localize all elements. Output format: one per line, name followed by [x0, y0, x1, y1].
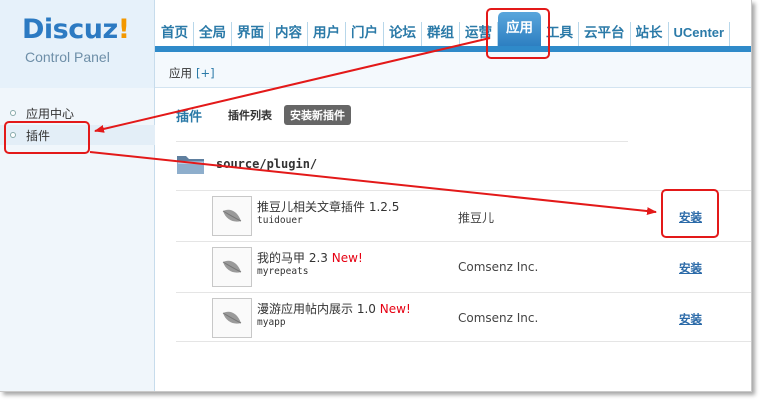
plugin-title: 漫游应用帖内展示	[257, 302, 354, 316]
sidebar-item-label: 应用中心	[26, 106, 75, 121]
nav-item-groups[interactable]: 群组	[422, 22, 460, 46]
plugin-author: Comsenz Inc.	[458, 260, 539, 274]
tab-plugins-heading: 插件	[176, 109, 203, 125]
plugin-folder-row: source/plugin/	[176, 141, 628, 185]
annotation-box-apps-tab	[486, 8, 550, 59]
bullet-icon	[10, 110, 16, 116]
plugin-name: 我的马甲 2.3 New!	[257, 249, 363, 266]
plugin-leaf-icon	[222, 260, 242, 273]
nav-item-users[interactable]: 用户	[308, 22, 346, 46]
plugin-version: 1.0	[356, 302, 376, 316]
tab-plugin-list[interactable]: 插件列表	[228, 107, 272, 123]
plugin-thumbnail	[212, 247, 252, 287]
nav-item-forum[interactable]: 论坛	[384, 22, 422, 46]
plugin-thumbnail	[212, 298, 252, 338]
section-title: 应用	[169, 66, 192, 80]
plugin-row: 我的马甲 2.3 New! myrepeats Comsenz Inc. 安装	[176, 241, 751, 291]
nav-item-home[interactable]: 首页	[155, 22, 194, 46]
plugin-name: 推豆儿相关文章插件 1.2.5	[257, 198, 399, 215]
plugin-title: 推豆儿相关文章插件	[257, 200, 366, 214]
plugin-tabs: 插件 插件列表 安装新插件	[176, 105, 352, 125]
plugin-identifier: myrepeats	[257, 266, 309, 277]
tab-install-new-plugin[interactable]: 安装新插件	[284, 105, 352, 125]
folder-icon	[177, 155, 204, 174]
breadcrumb: 应用 [+]	[169, 65, 215, 81]
control-panel-window: Discuz! Control Panel 首页 全局 界面 内容 用户 门户 …	[0, 0, 752, 392]
plugin-version: 1.2.5	[368, 200, 400, 214]
plugin-version: 2.3	[308, 251, 328, 265]
plugin-folder-path: source/plugin/	[216, 156, 318, 171]
nav-item-content[interactable]: 内容	[270, 22, 308, 46]
expand-toggle[interactable]: [+]	[196, 66, 215, 80]
logo-subtitle: Control Panel	[25, 49, 110, 65]
sidebar-item-app-center[interactable]: 应用中心	[10, 103, 74, 123]
top-navigation: 首页 全局 界面 内容 用户 门户 论坛 群组 运营 应用 工具 云平台 站长 …	[155, 0, 751, 52]
plugin-row: 漫游应用帖内展示 1.0 New! myapp Comsenz Inc. 安装	[176, 292, 751, 342]
nav-item-global[interactable]: 全局	[194, 22, 232, 46]
main-content: 插件 插件列表 安装新插件 source/plugin/ 推豆儿相关文章插件 1…	[156, 89, 751, 391]
install-link[interactable]: 安装	[679, 311, 702, 327]
logo-bang: !	[117, 14, 130, 45]
plugin-leaf-icon	[222, 311, 242, 324]
nav-item-ucenter[interactable]: UCenter	[669, 22, 731, 46]
new-badge: New!	[331, 251, 363, 265]
nav-item-webmaster[interactable]: 站长	[631, 22, 669, 46]
new-badge: New!	[379, 302, 411, 316]
logo-text: Discuz	[22, 14, 118, 45]
main-nav: 首页 全局 界面 内容 用户 门户 论坛 群组 运营 应用 工具 云平台 站长 …	[155, 12, 731, 46]
plugin-identifier: myapp	[257, 317, 286, 328]
sub-header: 应用 [+]	[155, 52, 751, 88]
plugin-author: 推豆儿	[458, 211, 495, 225]
install-link[interactable]: 安装	[679, 260, 702, 276]
plugin-name: 漫游应用帖内展示 1.0 New!	[257, 300, 411, 317]
discuz-logo[interactable]: Discuz!	[22, 14, 130, 45]
annotation-box-install-link	[661, 189, 719, 238]
plugin-identifier: tuidouer	[257, 215, 303, 226]
plugin-author: Comsenz Inc.	[458, 311, 539, 325]
annotation-box-plugins-item	[4, 121, 90, 154]
logo-area: Discuz! Control Panel	[0, 0, 155, 88]
nav-item-interface[interactable]: 界面	[232, 22, 270, 46]
plugin-thumbnail	[212, 196, 252, 236]
nav-item-portal[interactable]: 门户	[346, 22, 384, 46]
plugin-title: 我的马甲	[257, 251, 306, 265]
plugin-leaf-icon	[222, 209, 242, 222]
nav-item-cloud[interactable]: 云平台	[579, 22, 631, 46]
